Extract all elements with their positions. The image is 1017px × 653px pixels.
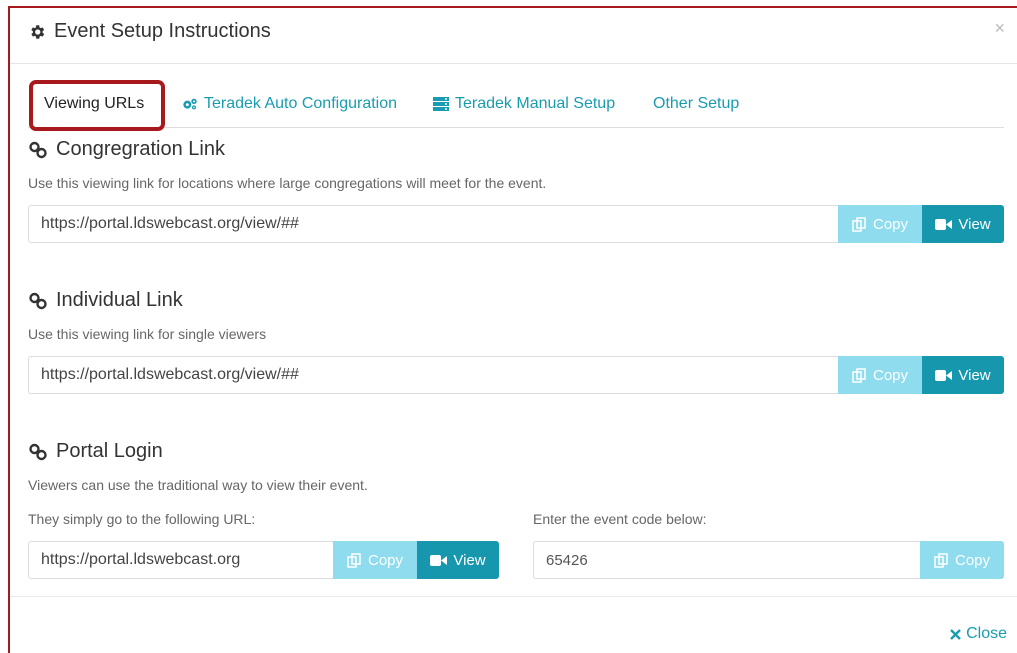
event-code-copy-label: Copy	[954, 551, 991, 569]
individual-link-title-text: Individual Link	[56, 289, 183, 311]
tab-other-setup-label: Other Setup	[653, 95, 740, 112]
congregation-view-button[interactable]: View	[922, 205, 1004, 243]
modal-title-text: Event Setup Instructions	[54, 20, 271, 42]
individual-url-field[interactable]: https://portal.ldswebcast.org/view/##	[28, 356, 838, 394]
event-code-group: 65426 Copy	[533, 541, 1004, 579]
tab-bar: Viewing URLs Teradek Auto Configuration …	[28, 80, 1004, 128]
individual-link-group: https://portal.ldswebcast.org/view/## Co…	[28, 356, 1004, 394]
portal-login-title-text: Portal Login	[56, 440, 163, 462]
individual-copy-label: Copy	[872, 366, 909, 384]
close-button[interactable]: Close	[950, 625, 1007, 643]
event-code-label: Enter the event code below:	[533, 511, 707, 527]
tab-other-setup[interactable]: Other Setup	[653, 80, 739, 128]
close-button-label: Close	[966, 625, 1007, 642]
individual-view-label: View	[958, 366, 991, 384]
tab-teradek-auto-configuration-label: Teradek Auto Configuration	[204, 95, 398, 112]
congregation-link-group: https://portal.ldswebcast.org/view/## Co…	[28, 205, 1004, 243]
portal-login-description: Viewers can use the traditional way to v…	[28, 477, 368, 493]
portal-view-label: View	[453, 551, 486, 569]
link-icon	[28, 292, 48, 310]
copy-icon	[347, 552, 362, 568]
congregation-copy-label: Copy	[872, 215, 909, 233]
tab-teradek-manual-setup-label: Teradek Manual Setup	[455, 95, 616, 112]
link-icon	[28, 443, 48, 461]
event-code-field[interactable]: 65426	[533, 541, 920, 579]
congregation-copy-button[interactable]: Copy	[838, 205, 922, 243]
close-x-button[interactable]: ×	[994, 18, 1005, 39]
close-icon	[950, 628, 961, 640]
portal-url-field[interactable]: https://portal.ldswebcast.org	[28, 541, 333, 579]
congregation-url-field[interactable]: https://portal.ldswebcast.org/view/##	[28, 205, 838, 243]
tab-teradek-auto-configuration[interactable]: Teradek Auto Configuration	[182, 80, 397, 128]
video-camera-icon	[935, 369, 953, 381]
congregation-link-title: Congregration Link	[28, 138, 225, 161]
footer-divider	[10, 596, 1017, 597]
individual-copy-button[interactable]: Copy	[838, 356, 922, 394]
copy-icon	[852, 216, 867, 232]
highlight-frame-left	[8, 6, 10, 653]
portal-copy-label: Copy	[367, 551, 404, 569]
event-code-copy-button[interactable]: Copy	[920, 541, 1004, 579]
portal-copy-button[interactable]: Copy	[333, 541, 417, 579]
event-setup-modal: Event Setup Instructions × Viewing URLs …	[0, 0, 1017, 653]
active-tab-highlight	[29, 80, 165, 131]
video-camera-icon	[430, 554, 448, 566]
portal-view-button[interactable]: View	[417, 541, 499, 579]
copy-icon	[852, 367, 867, 383]
congregation-view-label: View	[958, 215, 991, 233]
link-icon	[28, 141, 48, 159]
modal-header: Event Setup Instructions ×	[10, 8, 1017, 64]
portal-url-label: They simply go to the following URL:	[28, 511, 256, 527]
portal-url-group: https://portal.ldswebcast.org Copy View	[28, 541, 499, 579]
individual-view-button[interactable]: View	[922, 356, 1004, 394]
gear-icon	[28, 23, 46, 41]
portal-login-title: Portal Login	[28, 440, 163, 463]
video-camera-icon	[935, 218, 953, 230]
tab-teradek-manual-setup[interactable]: Teradek Manual Setup	[433, 80, 615, 128]
congregation-link-description: Use this viewing link for locations wher…	[28, 175, 547, 191]
cogs-icon	[182, 97, 198, 111]
server-icon	[433, 97, 449, 111]
individual-link-title: Individual Link	[28, 289, 183, 312]
individual-link-description: Use this viewing link for single viewers	[28, 326, 267, 342]
copy-icon	[934, 552, 949, 568]
modal-title: Event Setup Instructions	[28, 20, 271, 43]
congregation-link-title-text: Congregration Link	[56, 138, 225, 160]
